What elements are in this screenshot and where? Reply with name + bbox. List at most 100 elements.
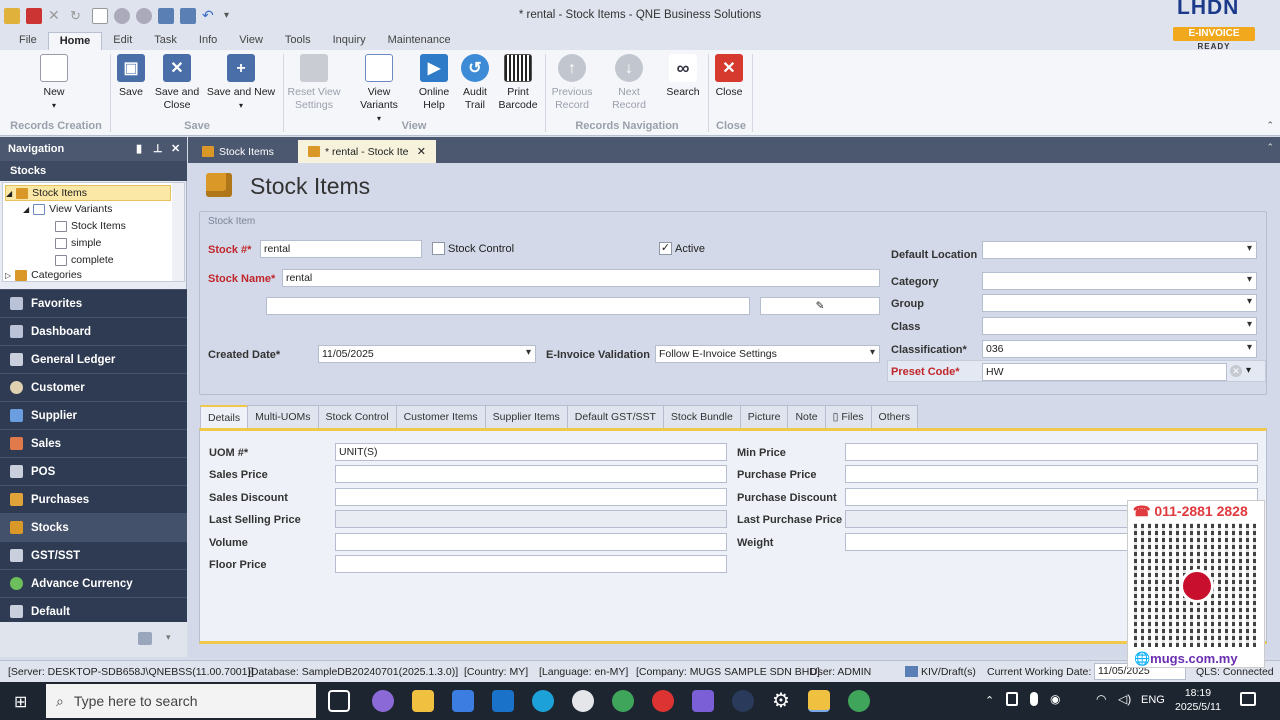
dock-icon[interactable]: ▮ xyxy=(136,142,142,155)
nav-favorites[interactable]: Favorites xyxy=(0,289,187,317)
subtab-files[interactable]: ▯ Files xyxy=(824,405,872,428)
tree-stock-items[interactable]: ◢ Stock Items xyxy=(5,185,171,201)
doc-tab-rental[interactable]: * rental - Stock Ite ✕ xyxy=(298,140,436,163)
app-icon[interactable] xyxy=(692,690,714,712)
chrome-icon[interactable] xyxy=(572,690,594,712)
close-button[interactable]: ✕ Close xyxy=(712,54,746,99)
search-button[interactable]: ∞ Search xyxy=(664,54,702,99)
tab-info[interactable]: Info xyxy=(188,32,228,50)
previous-record-button[interactable]: ↑ Previous Record xyxy=(550,54,594,112)
wifi-icon[interactable]: ◠ xyxy=(1096,692,1106,706)
preset-dropdown-icon[interactable]: ▾ xyxy=(1246,365,1251,376)
subtab-customer-items[interactable]: Customer Items xyxy=(395,405,486,428)
wps-icon[interactable] xyxy=(652,690,674,712)
nav-pos[interactable]: POS xyxy=(0,457,187,485)
tree-variant-stock-items[interactable]: Stock Items xyxy=(55,218,126,234)
tab-edit[interactable]: Edit xyxy=(102,32,143,50)
tab-file[interactable]: File xyxy=(8,32,48,50)
copilot-icon[interactable] xyxy=(372,690,394,712)
save-close-button[interactable]: ✕ Save and Close xyxy=(154,54,200,112)
chrome-profile-icon[interactable] xyxy=(612,690,634,712)
nav-gst-sst[interactable]: GST/SST xyxy=(0,541,187,569)
tree-scrollbar[interactable] xyxy=(172,183,184,281)
edit-description-button[interactable]: ✎ xyxy=(760,297,880,315)
save-new-button[interactable]: + Save and New ▾ xyxy=(206,54,276,112)
active-checkbox[interactable]: ✓ xyxy=(659,242,672,255)
subtab-picture[interactable]: Picture xyxy=(739,405,789,428)
nav-sales[interactable]: Sales xyxy=(0,429,187,457)
online-help-button[interactable]: ▶ Online Help xyxy=(416,54,452,112)
nav-customer[interactable]: Customer xyxy=(0,373,187,401)
nav-default[interactable]: Default xyxy=(0,597,187,625)
store-icon[interactable] xyxy=(452,690,474,712)
qne-icon[interactable] xyxy=(732,690,754,712)
tab-home[interactable]: Home xyxy=(47,32,103,50)
language-indicator[interactable]: ENG xyxy=(1141,694,1165,706)
subtab-supplier-items[interactable]: Supplier Items xyxy=(484,405,568,428)
chevron-down-icon[interactable]: ▾ xyxy=(166,632,171,643)
tab-task[interactable]: Task xyxy=(143,32,188,50)
tree-variant-complete[interactable]: complete xyxy=(55,252,114,268)
category-select[interactable] xyxy=(982,272,1257,290)
view-variants-button[interactable]: View Variants ▾ xyxy=(348,54,410,125)
nav-general-ledger[interactable]: General Ledger xyxy=(0,345,187,373)
outlook-icon[interactable] xyxy=(492,690,514,712)
tray-device-icon[interactable] xyxy=(1006,692,1018,706)
tree-view-variants[interactable]: ◢ View Variants xyxy=(23,201,112,217)
subtab-note[interactable]: Note xyxy=(787,405,826,428)
subtab-others[interactable]: Others xyxy=(870,405,919,428)
tab-view[interactable]: View xyxy=(228,32,274,50)
floor-price-field[interactable] xyxy=(335,555,727,573)
tab-inquiry[interactable]: Inquiry xyxy=(322,32,377,50)
status-kiv-drafts[interactable]: KIV/Draft(s) xyxy=(921,666,976,678)
location-icon[interactable]: ◉ xyxy=(1050,692,1060,706)
next-record-button[interactable]: ↓ Next Record xyxy=(600,54,658,112)
nav-purchases[interactable]: Purchases xyxy=(0,485,187,513)
reset-view-button[interactable]: Reset View Settings xyxy=(286,54,342,112)
created-date-picker[interactable]: 11/05/2025 xyxy=(318,345,536,363)
tree-categories[interactable]: ▷ Categories xyxy=(5,267,82,283)
subtab-default-gst-sst[interactable]: Default GST/SST xyxy=(566,405,664,428)
subtab-stock-bundle[interactable]: Stock Bundle xyxy=(662,405,741,428)
description-field[interactable] xyxy=(266,297,750,315)
qne-running-icon[interactable] xyxy=(808,690,830,712)
new-button[interactable]: New ▾ xyxy=(34,54,74,112)
settings-gear-icon[interactable]: ⚙ xyxy=(770,690,792,712)
subtab-multi-uoms[interactable]: Multi-UOMs xyxy=(247,405,319,428)
subtab-stock-control[interactable]: Stock Control xyxy=(317,405,397,428)
file-explorer-icon[interactable] xyxy=(412,690,434,712)
stock-no-field[interactable]: rental xyxy=(260,240,422,258)
task-view-icon[interactable] xyxy=(328,690,350,712)
sales-price-field[interactable] xyxy=(335,465,727,483)
taskbar-search[interactable]: ⌕ Type here to search xyxy=(46,684,316,718)
tab-tools[interactable]: Tools xyxy=(274,32,322,50)
taskbar-clock[interactable]: 18:19 2025/5/11 xyxy=(1175,686,1221,714)
stock-name-field[interactable]: rental xyxy=(282,269,880,287)
group-select[interactable] xyxy=(982,294,1257,312)
audit-trail-button[interactable]: ↺ Audit Trail xyxy=(458,54,492,112)
close-panel-icon[interactable]: ✕ xyxy=(171,142,180,155)
default-location-select[interactable] xyxy=(982,241,1257,259)
tabs-scroll-icon[interactable]: ⌃ xyxy=(1266,142,1274,153)
save-button[interactable]: ▣ Save xyxy=(116,54,146,99)
subtab-details[interactable]: Details xyxy=(200,405,249,428)
tree-variant-simple[interactable]: simple xyxy=(55,235,101,251)
nav-stocks[interactable]: Stocks xyxy=(0,513,187,541)
nav-supplier[interactable]: Supplier xyxy=(0,401,187,429)
nav-advance-currency[interactable]: Advance Currency xyxy=(0,569,187,597)
edge-icon[interactable] xyxy=(532,690,554,712)
close-tab-icon[interactable]: ✕ xyxy=(417,141,426,163)
tray-chevron-icon[interactable]: ⌃ xyxy=(985,694,994,707)
collapse-ribbon-icon[interactable]: ⌃ xyxy=(1266,120,1274,131)
clear-icon[interactable]: ✕ xyxy=(1230,365,1242,377)
einvoice-validation-select[interactable]: Follow E-Invoice Settings xyxy=(655,345,880,363)
nav-dashboard[interactable]: Dashboard xyxy=(0,317,187,345)
print-barcode-button[interactable]: Print Barcode xyxy=(498,54,538,112)
microphone-icon[interactable] xyxy=(1030,692,1038,706)
configure-nav-icon[interactable] xyxy=(138,632,152,645)
doc-tab-stock-items[interactable]: Stock Items xyxy=(192,140,296,163)
classification-select[interactable]: 036 xyxy=(982,340,1257,358)
chrome-m-icon[interactable] xyxy=(848,690,870,712)
class-select[interactable] xyxy=(982,317,1257,335)
volume-field[interactable] xyxy=(335,533,727,551)
